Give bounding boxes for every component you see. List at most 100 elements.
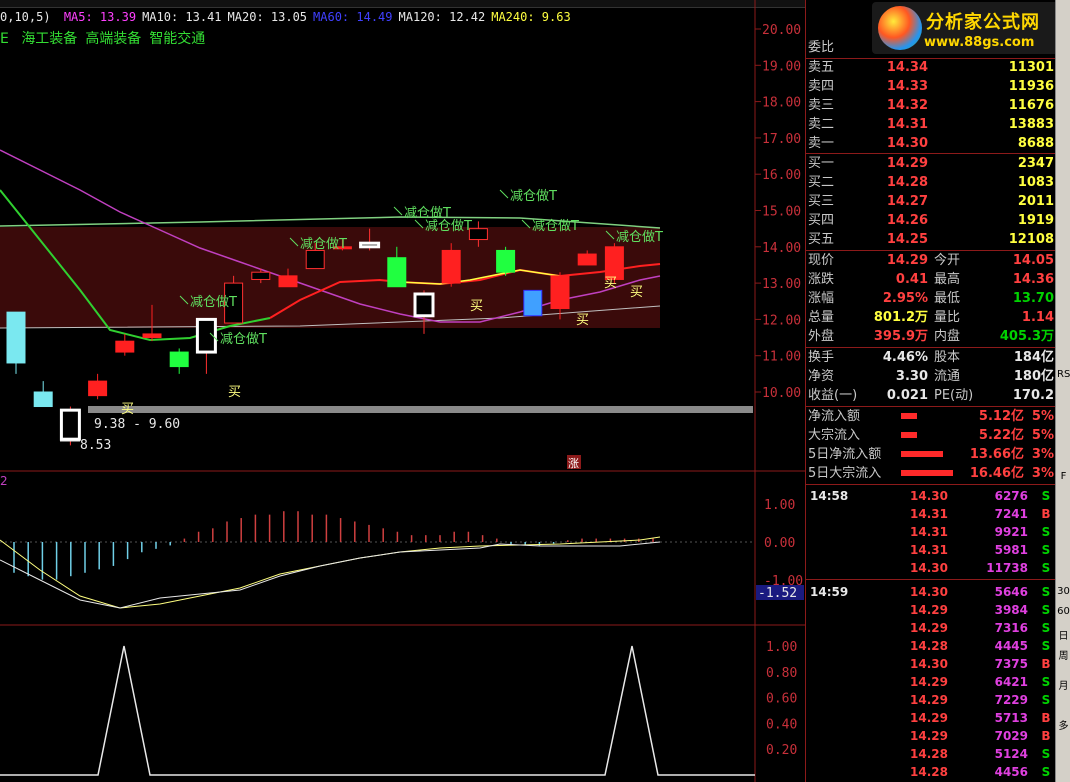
stat-label: 换手 (808, 350, 835, 365)
bid-row: 买二 14.28 1083 (808, 173, 1054, 192)
bid-label: 买五 (808, 232, 835, 247)
bid-row: 买五 14.25 12108 (808, 230, 1054, 249)
ask-row: 卖四 14.33 11936 (808, 77, 1054, 96)
bid-label: 买二 (808, 175, 835, 190)
tick-price: 14.28 (910, 747, 948, 761)
flow-bar (901, 451, 943, 457)
price-axis-label: 12.00 (762, 313, 801, 328)
tick-row: 14.29 7029 B (806, 727, 1055, 745)
flow-label: 大宗流入 (808, 428, 861, 443)
candle-body (88, 380, 108, 397)
sidebar-button[interactable]: 日 (1057, 630, 1070, 643)
ask-row: 卖一 14.30 8688 (808, 134, 1054, 153)
candle-body (523, 289, 543, 317)
price-axis-label: 19.00 (762, 59, 801, 74)
reduce-signal-label: 减仓做T (300, 237, 347, 252)
tick-time: 14:58 (810, 489, 849, 503)
candle-body (577, 253, 597, 266)
concept-tag: 智能交通 (149, 31, 206, 47)
tick-volume: 9921 (994, 525, 1028, 539)
flow-pct: 3% (1031, 447, 1054, 462)
sidebar-button[interactable]: 60 (1057, 605, 1070, 618)
flow-label: 5日净流入额 (808, 447, 882, 462)
bid-volume: 12108 (1008, 232, 1054, 247)
tick-side: S (1041, 639, 1051, 653)
ask-label: 卖五 (808, 60, 835, 75)
ask-price: 14.34 (886, 60, 928, 75)
tick-side: B (1041, 507, 1051, 521)
stat-value: 0.021 (886, 388, 928, 403)
ask-label: 卖一 (808, 136, 835, 151)
panel-separator (806, 484, 1055, 485)
tick-volume: 5646 (994, 585, 1028, 599)
sidebar-button[interactable]: 多 (1057, 720, 1070, 733)
sidebar-button[interactable]: 30 (1057, 585, 1070, 598)
flow-pct: 5% (1031, 409, 1054, 424)
bid-row: 买四 14.26 1919 (808, 211, 1054, 230)
tick-volume: 4456 (994, 765, 1028, 779)
candle-body (6, 311, 26, 364)
stat-value: 0.41 (895, 272, 928, 287)
tick-price: 14.31 (910, 507, 948, 521)
concept-prefix: E (0, 31, 9, 47)
flow-value: 5.22亿 (978, 428, 1024, 443)
macd-value: -1.52 (758, 586, 797, 601)
tick-price: 14.29 (910, 603, 948, 617)
ask-label: 卖三 (808, 98, 835, 113)
tick-row: 14.29 7229 S (806, 691, 1055, 709)
stat-value: 14.29 (886, 253, 928, 268)
range-note: 9.38 - 9.60 (94, 417, 180, 432)
stat-row: 收益(一) 0.021 PE(动) 170.2 (808, 386, 1054, 405)
site-logo: 分析家公式网 www.88gs.com (872, 2, 1068, 54)
buy-signal-label: 买 (121, 402, 134, 417)
candle-body (142, 333, 162, 339)
stat-value: 801.2万 (873, 310, 928, 325)
logo-ball-icon (878, 6, 922, 50)
bid-row: 买三 14.27 2011 (808, 192, 1054, 211)
candle-body (387, 257, 407, 288)
kline-chart-area[interactable]: 20.00 19.00 18.00 17.00 16.00 15.00 14.00 13.00… (0, 0, 805, 782)
tick-volume: 5981 (994, 543, 1028, 557)
tick-price: 14.28 (910, 765, 948, 779)
flow-label: 净流入额 (808, 409, 861, 424)
low-note: 8.53 (80, 438, 111, 453)
bid-price: 14.29 (886, 156, 928, 171)
ask-volume: 8688 (1017, 136, 1054, 151)
bid-label: 买三 (808, 194, 835, 209)
stat-label: 今开 (934, 253, 961, 268)
candle-body (115, 340, 135, 353)
indicator-axis-label: 0.40 (766, 717, 797, 732)
tick-price: 14.29 (910, 675, 948, 689)
indicator-axis-label: 1.00 (766, 640, 797, 655)
indicator-line (0, 645, 755, 776)
kline-chart-svg[interactable]: 20.0019.0018.0017.0016.0015.0014.0013.00… (0, 0, 805, 782)
sidebar-button[interactable]: F (1057, 470, 1070, 483)
sidebar-button[interactable]: RS (1057, 368, 1070, 381)
tick-row: 14.28 4456 S (806, 763, 1055, 781)
buy-signal-label: 买 (630, 285, 643, 300)
candle-body (604, 246, 624, 280)
flow-pct: 5% (1031, 428, 1054, 443)
ask-row: 卖五 14.34 11301 (808, 58, 1054, 77)
indicator-axis-label: 0.20 (766, 743, 797, 758)
range-bar (88, 406, 753, 413)
tick-volume: 11738 (986, 561, 1028, 575)
tick-side: B (1041, 657, 1051, 671)
sidebar-button[interactable]: 月 (1057, 680, 1070, 693)
tick-price: 14.31 (910, 525, 948, 539)
tick-side: B (1041, 729, 1051, 743)
reduce-signal-label: 减仓做T (220, 332, 267, 347)
bid-volume: 2011 (1017, 194, 1054, 209)
tick-side: S (1041, 561, 1051, 575)
candle-body (251, 271, 271, 280)
ma-legend-item: MA240: 9.63 (491, 10, 571, 24)
candle-body (59, 408, 81, 441)
stat-value: 14.05 (1012, 253, 1054, 268)
tick-row: 14.29 3984 S (806, 601, 1055, 619)
ask-volume: 11301 (1008, 60, 1054, 75)
tick-price: 14.30 (910, 561, 948, 575)
ma-legend-item: MA20: 13.05 (227, 10, 308, 24)
stat-value: 13.70 (1012, 291, 1054, 306)
macd-axis-label: 0.00 (764, 536, 795, 551)
sidebar-button[interactable]: 周 (1057, 650, 1070, 663)
